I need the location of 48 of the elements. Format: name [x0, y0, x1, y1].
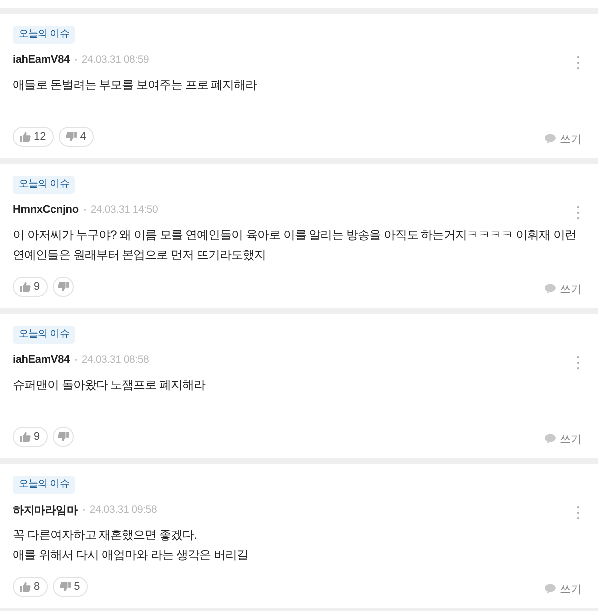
like-button[interactable]: 9: [13, 427, 48, 447]
reply-write-button[interactable]: 쓰기: [545, 432, 582, 446]
more-icon[interactable]: [577, 506, 580, 520]
like-button[interactable]: 9: [13, 277, 48, 297]
comment-text: 슈퍼맨이 돌아왔다 노잼프로 폐지해라: [13, 377, 207, 394]
dislike-button[interactable]: [53, 427, 74, 447]
reply-write-button[interactable]: 쓰기: [545, 582, 582, 596]
more-icon[interactable]: [577, 206, 580, 220]
thumbs-up-icon: [20, 432, 31, 442]
username: iahEamV84: [13, 54, 70, 66]
speech-bubble-icon: [545, 284, 556, 294]
thumbs-up-icon: [20, 282, 31, 292]
speech-bubble-icon: [545, 584, 556, 594]
like-button[interactable]: 8: [13, 577, 48, 597]
username: 하지마라임마: [13, 504, 78, 518]
thumbs-up-icon: [20, 582, 31, 592]
more-icon[interactable]: [577, 56, 580, 70]
like-button[interactable]: 12: [13, 127, 54, 147]
topic-tag[interactable]: 오늘의 이슈: [13, 326, 76, 344]
dislike-button[interactable]: 4: [59, 127, 94, 147]
thumbs-down-icon: [58, 432, 70, 442]
dislike-button[interactable]: [53, 277, 74, 297]
username: iahEamV84: [13, 354, 70, 366]
comment-date: 24.03.31 08:59: [82, 54, 150, 66]
comment-text: 꼭 다른여자하고 재혼했으면 좋겠다. 애를 위해서 다시 애엄마와 라는 생각은 버리길: [13, 527, 250, 564]
thumbs-down-icon: [60, 582, 72, 592]
thumbs-down-icon: [66, 132, 78, 142]
thumbs-down-icon: [58, 282, 70, 292]
username: HmnxCcnjno: [13, 204, 79, 216]
comment-date: 24.03.31 09:58: [90, 504, 158, 516]
separator-dot-icon: [82, 509, 85, 511]
more-icon[interactable]: [577, 356, 580, 370]
topic-tag[interactable]: 오늘의 이슈: [13, 476, 76, 494]
comment-date: 24.03.31 14:50: [90, 204, 158, 216]
dislike-button[interactable]: 5: [53, 577, 88, 597]
thumbs-up-icon: [20, 132, 31, 142]
speech-bubble-icon: [545, 134, 556, 144]
topic-tag[interactable]: 오늘의 이슈: [13, 176, 76, 194]
comment-date: 24.03.31 08:58: [82, 354, 150, 366]
separator-dot-icon: [74, 359, 77, 361]
separator-dot-icon: [84, 209, 86, 211]
separator-dot-icon: [74, 59, 77, 61]
comment-text: 이 아저씨가 누구야? 왜 이름 모를 연예인들이 육아로 이를 알리는 방송을 아직도 하는거지ㅋㅋㅋㅋ 이휘재 이런 연예인들은 원래부터 본업으로 먼저 뜨기라도했지: [13, 227, 578, 264]
reply-write-button[interactable]: 쓰기: [545, 132, 582, 146]
reply-write-button[interactable]: 쓰기: [545, 282, 582, 296]
topic-tag[interactable]: 오늘의 이슈: [13, 26, 76, 44]
comment-text: 애들로 돈벌려는 부모를 보여주는 프로 폐지해라: [13, 77, 258, 94]
speech-bubble-icon: [545, 434, 556, 444]
